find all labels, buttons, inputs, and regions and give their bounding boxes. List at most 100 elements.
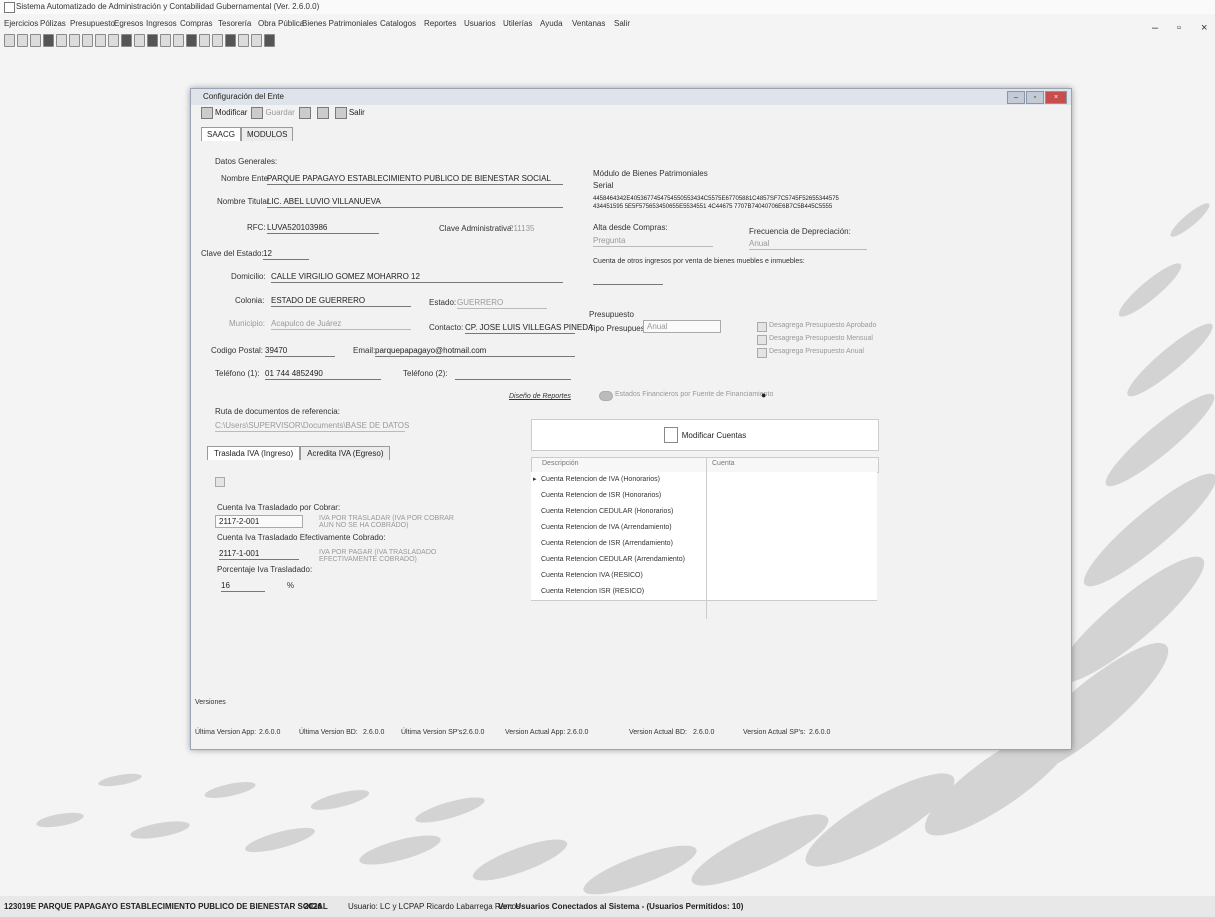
tel2-field[interactable] [455,369,571,380]
tool-icon[interactable] [212,34,223,47]
menu-obra-publica[interactable]: Obra Pública [258,19,304,28]
exit-label: Salir [348,108,365,118]
info-icon[interactable]: ● [761,390,766,400]
domicilio-field[interactable]: CALLE VIRGILIO GOMEZ MOHARRO 12 [271,272,563,283]
tool-icon[interactable] [4,34,15,47]
save-button[interactable]: Guardar [251,107,295,119]
tool-icon[interactable] [186,34,197,47]
email-field[interactable]: parquepapagayo@hotmail.com [375,346,575,357]
exit-icon [334,107,347,119]
tool-icon[interactable] [82,34,93,47]
menu-ingresos[interactable]: Ingresos [146,19,177,28]
tab-traslada-iva[interactable]: Traslada IVA (Ingreso) [207,446,301,460]
iva-checkbox[interactable] [215,477,225,487]
tool-icon[interactable] [30,34,41,47]
menu-polizas[interactable]: Pólizas [40,19,66,28]
document-icon [663,427,678,443]
tool-icon[interactable] [134,34,145,47]
ruta-field[interactable]: C:\Users\SUPERVISOR\Documents\BASE DE DA… [215,421,409,432]
clave-estado-field[interactable]: 12 [263,249,309,260]
titular-field[interactable]: LIC. ABEL LUVIO VILLANUEVA [267,197,563,208]
child-maximize-button[interactable]: ▫ [1026,91,1044,104]
tool-icon[interactable] [56,34,67,47]
colonia-field[interactable]: ESTADO DE GUERRERO [271,296,411,307]
tel1-field[interactable]: 01 744 4852490 [265,369,381,380]
cuenta-otros-field[interactable] [593,275,663,285]
desagrega-aprobado-label: Desagrega Presupuesto Aprobado [769,322,877,329]
table-row[interactable]: Cuenta Retencion IVA (RESICO) [531,568,877,585]
table-row[interactable]: ▸ Cuenta Retencion de IVA (Honorarios) [531,472,877,489]
domicilio-label: Domicilio: [231,272,266,281]
menu-reportes[interactable]: Reportes [424,19,456,28]
menu-compras[interactable]: Compras [180,19,212,28]
iva-cobrar-field[interactable]: 2117-2-001 [215,515,303,528]
porcentaje-field[interactable]: 16 [221,581,265,592]
alta-dropdown[interactable]: Pregunta [593,236,713,247]
modificar-cuentas-button[interactable]: Modificar Cuentas [531,419,879,451]
modify-button[interactable]: Modificar [201,107,247,119]
tab-acredita-iva[interactable]: Acredita IVA (Egreso) [300,446,391,460]
titular-label: Nombre Titular [217,197,270,206]
desagrega-mensual-checkbox[interactable] [757,335,767,345]
tab-modulos[interactable]: MODULOS [241,127,294,141]
menu-ayuda[interactable]: Ayuda [540,19,563,28]
act-bd-value: 2.6.0.0 [693,729,715,736]
clave-adm-value: 211135 [509,224,535,233]
help-icon[interactable] [264,34,275,47]
config-window-titlebar: Configuración del Ente – ▫ × [191,89,1071,105]
municipio-dropdown[interactable]: Acapulco de Juárez [271,319,411,330]
menu-salir[interactable]: Salir [614,19,630,28]
estado-dropdown[interactable]: GUERRERO [457,298,547,309]
tool-icon[interactable] [95,34,106,47]
estados-financieros-toggle[interactable] [599,391,613,401]
menu-utilerias[interactable]: Utilerías [503,19,532,28]
menu-egresos[interactable]: Egresos [114,19,143,28]
tool-icon[interactable] [238,34,249,47]
tool-icon[interactable] [17,34,28,47]
tool-icon[interactable] [43,34,54,47]
tool-icon[interactable] [251,34,262,47]
nombre-ente-field[interactable]: PARQUE PAPAGAYO ESTABLECIMIENTO PUBLICO … [267,174,563,185]
iva-cobrado-field[interactable]: 2117-1-001 [219,549,299,560]
child-close-button[interactable]: × [1045,91,1067,104]
menu-ejercicios[interactable]: Ejercicios [4,19,38,28]
menu-bienes[interactable]: Bienes Patrimoniales [302,19,377,28]
desagrega-aprobado-checkbox[interactable] [757,322,767,332]
menu-tesoreria[interactable]: Tesorería [218,19,251,28]
tool-icon[interactable] [69,34,80,47]
tool-icon[interactable] [121,34,132,47]
contacto-field[interactable]: CP. JOSE LUIS VILLEGAS PINEDA [465,323,593,334]
copy-icon[interactable] [316,107,329,119]
tool-icon[interactable] [108,34,119,47]
status-conectados-link[interactable]: Ver: Usuarios Conectados al Sistema - (U… [498,902,743,911]
rfc-field[interactable]: LUVA520103986 [267,223,379,234]
tool-icon[interactable] [147,34,158,47]
diseno-reportes-link[interactable]: Diseño de Reportes [509,393,571,400]
tipo-presupuesto-dropdown[interactable]: Anual [643,320,721,333]
col-cuenta: Cuenta [712,460,735,467]
exit-button[interactable]: Salir [334,107,365,119]
menu-usuarios[interactable]: Usuarios [464,19,496,28]
table-row[interactable]: Cuenta Retencion CEDULAR (Arrendamiento) [531,552,877,569]
tool-icon[interactable] [160,34,171,47]
tab-saacg[interactable]: SAACG [201,127,242,141]
tool-icon[interactable] [199,34,210,47]
table-row[interactable]: Cuenta Retencion ISR (RESICO) [531,584,877,601]
child-minimize-button[interactable]: – [1007,91,1025,104]
print-icon[interactable] [298,107,311,119]
table-row[interactable]: Cuenta Retencion de IVA (Arrendamiento) [531,520,877,537]
ver-bd-value: 2.6.0.0 [363,729,385,736]
menu-ventanas[interactable]: Ventanas [572,19,605,28]
tool-icon[interactable] [173,34,184,47]
menu-presupuesto[interactable]: Presupuesto [70,19,115,28]
serial-line2: 434451595 5E5F575653450655E5534551 4C446… [593,204,833,210]
bienes-section-title: Módulo de Bienes Patrimoniales [593,169,708,178]
freq-dropdown[interactable]: Anual [749,239,867,250]
desagrega-anual-checkbox[interactable] [757,348,767,358]
table-row[interactable]: Cuenta Retencion de ISR (Honorarios) [531,488,877,505]
table-row[interactable]: Cuenta Retencion CEDULAR (Honorarios) [531,504,877,521]
tool-icon[interactable] [225,34,236,47]
table-row[interactable]: Cuenta Retencion de ISR (Arrendamiento) [531,536,877,553]
menu-catalogos[interactable]: Catalogos [380,19,416,28]
cp-field[interactable]: 39470 [265,346,335,357]
